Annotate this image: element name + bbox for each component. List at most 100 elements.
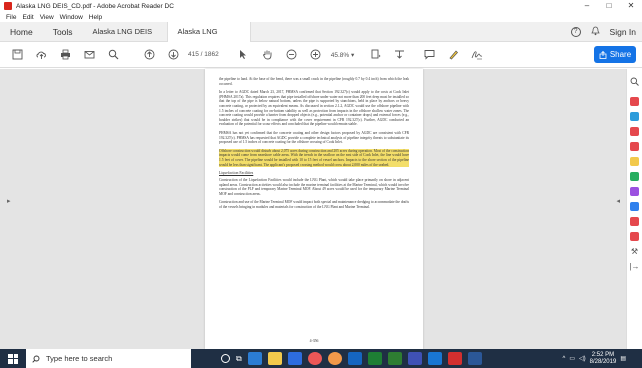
- menu-window[interactable]: Window: [60, 14, 83, 21]
- fill-sign-icon[interactable]: [630, 187, 639, 196]
- onenote-icon[interactable]: [407, 352, 422, 365]
- outlook-icon[interactable]: [347, 352, 362, 365]
- tab-tools[interactable]: Tools: [43, 27, 83, 37]
- export-pdf-icon[interactable]: [630, 142, 639, 151]
- organize-pages-icon[interactable]: [630, 172, 639, 181]
- create-pdf-icon[interactable]: [630, 97, 639, 106]
- search-icon: [32, 355, 40, 363]
- acrobat-app-icon: [4, 2, 12, 10]
- windows-start-icon[interactable]: [8, 353, 18, 364]
- comment-tool-icon[interactable]: [630, 157, 639, 166]
- page-total: / 1862: [200, 51, 219, 58]
- menu-help[interactable]: Help: [89, 14, 102, 21]
- edge-icon[interactable]: [247, 352, 262, 365]
- zoom-level-select[interactable]: 45.8% ▾: [331, 51, 355, 59]
- share-icon: [599, 50, 607, 59]
- paragraph: PHMSA has not yet confirmed that the con…: [219, 130, 409, 145]
- tab-row-right: ? Sign In: [570, 22, 636, 42]
- tab-document-1[interactable]: Alaska LNG DEIS A...: [83, 22, 167, 56]
- page-number-input[interactable]: 415 / 1862: [188, 51, 219, 58]
- taskbar-apps: ⧉: [221, 352, 482, 365]
- cortana-icon[interactable]: [221, 354, 230, 363]
- paragraph: In a letter to AGDC dated March 23, 2017…: [219, 90, 409, 127]
- zoom-out-icon[interactable]: [285, 48, 299, 62]
- help-icon[interactable]: ?: [570, 27, 581, 37]
- page-current: 415: [188, 51, 199, 58]
- page-footer-number: 4-356: [309, 339, 319, 343]
- acrobat-taskbar-icon[interactable]: [447, 352, 462, 365]
- search-placeholder: Type here to search: [46, 354, 113, 363]
- teams-icon[interactable]: [427, 352, 442, 365]
- show-hidden-icons[interactable]: ^: [563, 356, 566, 362]
- menu-edit[interactable]: Edit: [22, 14, 33, 21]
- tools-pane: ⚒ |→: [626, 69, 642, 349]
- bell-icon[interactable]: [590, 26, 600, 38]
- send-for-signature-icon[interactable]: [630, 217, 639, 226]
- pdf-page: the pipeline to land. At the base of the…: [205, 69, 423, 349]
- edit-pdf-icon[interactable]: [630, 127, 639, 136]
- zoom-in-icon[interactable]: [309, 48, 323, 62]
- excel-icon[interactable]: [367, 352, 382, 365]
- signature-icon[interactable]: [470, 48, 484, 62]
- menu-bar: File Edit View Window Help: [0, 12, 642, 22]
- menu-view[interactable]: View: [40, 14, 54, 21]
- file-explorer-icon[interactable]: [267, 352, 282, 365]
- chrome-icon[interactable]: [307, 352, 322, 365]
- paragraph: Construction of the Liquefaction Facilit…: [219, 178, 409, 196]
- volume-icon[interactable]: ◁): [579, 355, 586, 362]
- collapse-pane-icon[interactable]: |→: [629, 262, 639, 271]
- share-label: Share: [609, 50, 632, 59]
- tab-document-2[interactable]: Alaska LNG DEIS_C...×: [166, 21, 251, 56]
- sign-in-link[interactable]: Sign In: [610, 27, 636, 37]
- minimize-button[interactable]: –: [576, 0, 598, 12]
- store-icon[interactable]: [287, 352, 302, 365]
- notifications-icon[interactable]: ▤: [620, 355, 626, 362]
- title-bar: Alaska LNG DEIS_CD.pdf - Adobe Acrobat R…: [0, 0, 642, 12]
- taskbar-search-input[interactable]: Type here to search: [26, 349, 191, 368]
- hand-tool-icon[interactable]: [261, 48, 275, 62]
- combine-files-icon[interactable]: [630, 112, 639, 121]
- left-pane-toggle-icon[interactable]: ▸: [7, 197, 11, 205]
- print-icon[interactable]: [58, 48, 72, 62]
- highlight-pen-icon[interactable]: [446, 48, 460, 62]
- more-tools-icon[interactable]: [630, 232, 639, 241]
- paragraph: Construction and use of the Marine Termi…: [219, 200, 409, 210]
- system-tray: ^ ▭ ◁) 2:52 PM 8/28/2019 ▤: [563, 349, 627, 368]
- save-icon[interactable]: [10, 48, 24, 62]
- tab-home[interactable]: Home: [0, 27, 43, 37]
- tab-row: Home Tools Alaska LNG DEIS A... Alaska L…: [0, 21, 642, 56]
- document-view[interactable]: ▸ the pipeline to land. At the base of t…: [0, 69, 626, 349]
- wrench-icon[interactable]: ⚒: [631, 247, 638, 256]
- section-subheading: Liquefaction Facilities: [219, 171, 254, 176]
- previous-page-icon[interactable]: [142, 48, 156, 62]
- window-title: Alaska LNG DEIS_CD.pdf - Adobe Acrobat R…: [16, 2, 174, 10]
- zoom-tool-icon[interactable]: [630, 73, 639, 91]
- right-pane-toggle-icon[interactable]: ◂: [616, 197, 620, 205]
- zoom-value: 45.8%: [330, 51, 350, 59]
- maximize-button[interactable]: □: [598, 0, 620, 12]
- network-icon[interactable]: ▭: [569, 355, 575, 362]
- upload-icon[interactable]: [34, 48, 48, 62]
- share-button[interactable]: Share: [594, 46, 636, 63]
- project-icon[interactable]: [387, 352, 402, 365]
- task-view-icon[interactable]: ⧉: [236, 354, 242, 364]
- menu-file[interactable]: File: [6, 14, 16, 21]
- email-icon[interactable]: [82, 48, 96, 62]
- highlighted-paragraph: Offshore construction would disturb abou…: [219, 148, 409, 168]
- clock-date: 8/28/2019: [589, 358, 617, 365]
- protect-icon[interactable]: [630, 202, 639, 211]
- search-icon[interactable]: [106, 48, 120, 62]
- comment-icon[interactable]: [422, 48, 436, 62]
- toolbar: 415 / 1862 45.8% ▾ Share: [0, 42, 642, 68]
- select-cursor-icon[interactable]: [237, 48, 251, 62]
- word-icon[interactable]: [467, 352, 482, 365]
- firefox-icon[interactable]: [327, 352, 342, 365]
- clock-time: 2:52 PM: [591, 351, 615, 358]
- close-window-button[interactable]: ✕: [620, 0, 642, 12]
- page-fit-icon[interactable]: [368, 48, 382, 62]
- clock[interactable]: 2:52 PM 8/28/2019: [590, 352, 617, 366]
- next-page-icon[interactable]: [166, 48, 180, 62]
- windows-taskbar: Type here to search ⧉ ^ ▭ ◁) 2:52 PM 8/2…: [0, 349, 642, 368]
- scroll-mode-icon[interactable]: [392, 48, 406, 62]
- paragraph: the pipeline to land. At the base of the…: [219, 77, 409, 86]
